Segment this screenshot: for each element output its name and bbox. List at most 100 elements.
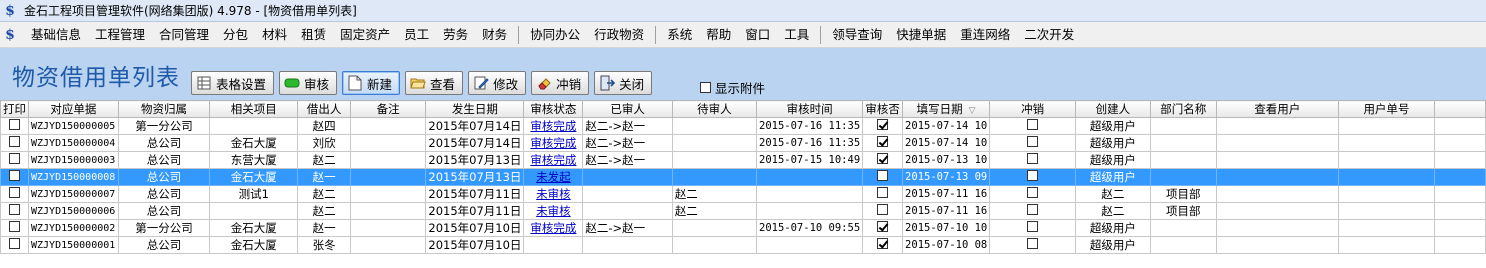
offset-checkbox[interactable]	[1027, 204, 1039, 215]
cell-user-no[interactable]	[1337, 134, 1435, 152]
cell-audited[interactable]	[862, 236, 904, 254]
cell-owner[interactable]: 总公司	[117, 202, 211, 220]
cell-dept[interactable]	[1149, 236, 1217, 254]
cell-offset[interactable]	[989, 219, 1076, 237]
col-viewer[interactable]: 查看用户	[1215, 100, 1339, 118]
cell-audit-time[interactable]: 2015-07-10 09:55	[755, 219, 864, 237]
audited-checkbox[interactable]	[877, 119, 889, 130]
cell-lender[interactable]: 赵二	[297, 151, 351, 169]
cell-note[interactable]	[349, 117, 427, 135]
cell-doc[interactable]: WZJYD150000001	[28, 236, 119, 254]
status-link[interactable]: 未审核	[536, 204, 571, 218]
cell-print[interactable]	[0, 185, 29, 203]
status-link[interactable]: 审核完成	[530, 119, 576, 133]
offset-checkbox[interactable]	[1027, 221, 1039, 232]
menu-project-mgmt[interactable]: 工程管理	[88, 24, 152, 46]
cell-viewer[interactable]	[1215, 236, 1339, 254]
cell-offset[interactable]	[989, 185, 1076, 203]
edit-button[interactable]: 修改	[468, 71, 527, 95]
table-row[interactable]: WZJYD150000006 总公司 赵二 2015年07月11日 未审核 赵二 2015-…	[0, 202, 1486, 220]
cell-fill-date[interactable]: 2015-07-14 10	[902, 117, 991, 135]
cell-approved[interactable]	[582, 202, 673, 220]
cell-offset[interactable]	[989, 202, 1076, 220]
cell-fill-date[interactable]: 2015-07-11 16	[902, 202, 991, 220]
col-creator[interactable]: 创建人	[1074, 100, 1151, 118]
col-dept[interactable]: 部门名称	[1149, 100, 1217, 118]
close-button[interactable]: 关闭	[594, 71, 653, 95]
cell-owner[interactable]: 总公司	[117, 134, 211, 152]
cell-project[interactable]: 金石大厦	[209, 168, 299, 186]
menu-help[interactable]: 帮助	[699, 24, 738, 46]
cell-user-no[interactable]	[1337, 236, 1435, 254]
cell-creator[interactable]: 超级用户	[1074, 151, 1151, 169]
cell-project[interactable]: 东营大厦	[209, 151, 299, 169]
cell-dept[interactable]: 项目部	[1149, 185, 1217, 203]
cell-date[interactable]: 2015年07月13日	[425, 151, 525, 169]
cell-owner[interactable]: 第一分公司	[117, 117, 211, 135]
cell-status[interactable]: 审核完成	[523, 134, 584, 152]
cell-creator[interactable]: 超级用户	[1074, 117, 1151, 135]
cell-user-no[interactable]	[1337, 168, 1435, 186]
cell-creator[interactable]: 赵二	[1074, 202, 1151, 220]
menu-tools[interactable]: 工具	[777, 24, 816, 46]
cell-filler[interactable]	[1433, 168, 1486, 186]
cell-print[interactable]	[0, 134, 29, 152]
menu-fixed-assets[interactable]: 固定资产	[333, 24, 397, 46]
app-menu-icon[interactable]: $	[2, 27, 18, 43]
status-link[interactable]: 审核完成	[530, 221, 576, 235]
cell-fill-date[interactable]: 2015-07-14 10	[902, 134, 991, 152]
cell-doc[interactable]: WZJYD150000003	[28, 151, 119, 169]
cell-approved[interactable]	[582, 185, 673, 203]
cell-audit-time[interactable]: 2015-07-15 10:49	[755, 151, 864, 169]
cell-dept[interactable]	[1149, 168, 1217, 186]
cell-filler[interactable]	[1433, 236, 1486, 254]
cell-filler[interactable]	[1433, 219, 1486, 237]
audited-checkbox[interactable]	[877, 187, 889, 198]
cell-creator[interactable]: 赵二	[1074, 185, 1151, 203]
cell-pending[interactable]	[671, 219, 758, 237]
cell-viewer[interactable]	[1215, 168, 1339, 186]
cell-lender[interactable]: 赵一	[297, 219, 351, 237]
print-checkbox[interactable]	[9, 153, 20, 164]
menu-labor[interactable]: 劳务	[436, 24, 475, 46]
cell-status[interactable]: 未发起	[523, 168, 584, 186]
menu-quick-docs[interactable]: 快捷单据	[889, 24, 953, 46]
menu-basic-info[interactable]: 基础信息	[24, 24, 88, 46]
cell-doc[interactable]: WZJYD150000005	[28, 117, 119, 135]
cell-doc[interactable]: WZJYD150000002	[28, 219, 119, 237]
cell-viewer[interactable]	[1215, 219, 1339, 237]
menu-window[interactable]: 窗口	[738, 24, 777, 46]
table-row[interactable]: WZJYD150000007 总公司 测试1 赵二 2015年07月11日 未审核 赵二 20…	[0, 185, 1486, 203]
audited-checkbox[interactable]	[877, 170, 889, 181]
cell-audit-time[interactable]: 2015-07-16 11:35	[755, 117, 864, 135]
cell-viewer[interactable]	[1215, 117, 1339, 135]
offset-checkbox[interactable]	[1027, 238, 1039, 249]
cell-project[interactable]	[209, 117, 299, 135]
cell-audit-time[interactable]	[755, 185, 864, 203]
cell-status[interactable]: 审核完成	[523, 117, 584, 135]
cell-pending[interactable]	[671, 236, 758, 254]
cell-owner[interactable]: 总公司	[117, 236, 211, 254]
menu-admin-supplies[interactable]: 行政物资	[587, 24, 651, 46]
cell-dept[interactable]	[1149, 219, 1217, 237]
cell-project[interactable]: 金石大厦	[209, 134, 299, 152]
cell-status[interactable]: 未审核	[523, 202, 584, 220]
cell-date[interactable]: 2015年07月11日	[425, 185, 525, 203]
cell-user-no[interactable]	[1337, 117, 1435, 135]
col-print[interactable]: 打印	[0, 100, 29, 118]
view-button[interactable]: 查看	[405, 71, 464, 95]
table-row[interactable]: WZJYD150000005 第一分公司 赵四 2015年07月14日 审核完成 赵二->…	[0, 117, 1486, 135]
print-checkbox[interactable]	[9, 136, 20, 147]
cell-date[interactable]: 2015年07月14日	[425, 134, 525, 152]
show-attachments-toggle[interactable]: 显示附件	[700, 78, 765, 97]
cell-note[interactable]	[349, 185, 427, 203]
cell-creator[interactable]: 超级用户	[1074, 168, 1151, 186]
cell-filler[interactable]	[1433, 151, 1486, 169]
cell-audit-time[interactable]	[755, 202, 864, 220]
cell-user-no[interactable]	[1337, 219, 1435, 237]
table-row[interactable]: WZJYD150000001 总公司 金石大厦 张冬 2015年07月10日 2015-0…	[0, 236, 1486, 254]
table-row[interactable]: WZJYD150000008 总公司 金石大厦 赵一 2015年07月13日 未发起 201…	[0, 168, 1486, 186]
cell-owner[interactable]: 总公司	[117, 151, 211, 169]
cell-note[interactable]	[349, 134, 427, 152]
cell-pending[interactable]	[671, 134, 758, 152]
